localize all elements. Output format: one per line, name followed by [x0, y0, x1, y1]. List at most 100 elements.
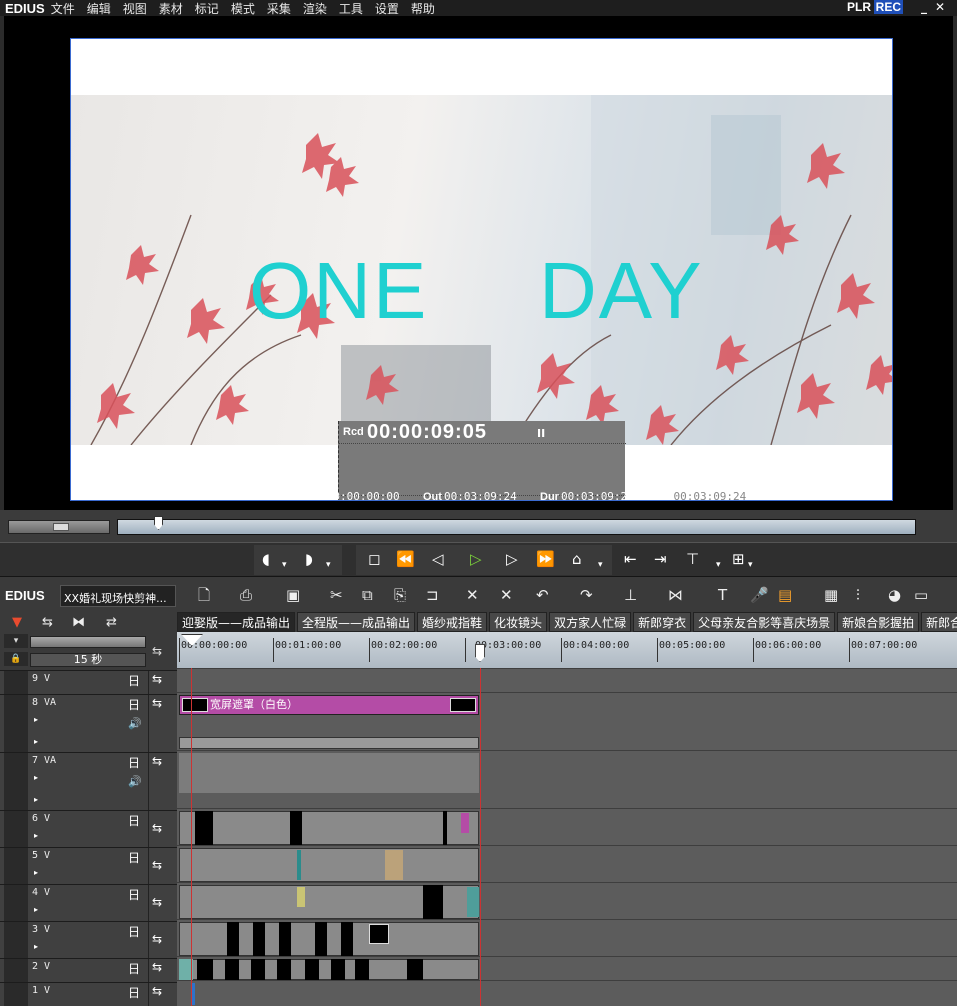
tab-sequence-6[interactable]: 新郎穿衣: [633, 612, 692, 632]
audio-clip[interactable]: [179, 737, 479, 749]
lane-3v[interactable]: [177, 919, 957, 956]
menu-capture[interactable]: 采集: [267, 0, 291, 17]
ripple-icon[interactable]: ⇄: [106, 615, 117, 630]
timeline-cursor[interactable]: [480, 668, 481, 1006]
position-bar[interactable]: [117, 516, 916, 535]
expand-arrow-icon[interactable]: ▸: [34, 868, 38, 877]
chevron-down-icon[interactable]: ▾: [598, 555, 603, 575]
video-mute-icon[interactable]: 日: [128, 849, 140, 866]
menu-mode[interactable]: 模式: [231, 0, 255, 17]
video-clip[interactable]: [279, 922, 291, 956]
clip-widescreen-mask[interactable]: 宽屏遮罩（白色）: [179, 695, 479, 715]
sync-icon[interactable]: ⇆: [152, 984, 162, 998]
track-header-2v[interactable]: 2 V 日 ⇆: [0, 958, 177, 982]
menu-clip[interactable]: 素材: [159, 0, 183, 17]
group-icon[interactable]: ⧓: [72, 615, 85, 630]
expand-arrow-icon[interactable]: ▸: [34, 737, 38, 746]
video-clip[interactable]: [369, 924, 389, 944]
loop-icon[interactable]: ⌂: [572, 549, 582, 569]
chevron-down-icon[interactable]: ▾: [326, 555, 331, 575]
video-mute-icon[interactable]: 日: [128, 696, 140, 713]
expand-arrow-icon[interactable]: ▸: [34, 942, 38, 951]
video-clip[interactable]: [179, 922, 479, 956]
lock-icon[interactable]: 🔒: [4, 652, 28, 666]
time-ruler[interactable]: 00:00:00:00 00:01:00:00 00:02:00:00 00:0…: [177, 632, 957, 668]
zoom-level[interactable]: 15 秒: [30, 653, 146, 667]
video-clip[interactable]: [227, 922, 239, 956]
video-clip[interactable]: [315, 922, 327, 956]
expand-arrow-icon[interactable]: ▸: [34, 795, 38, 804]
stop-icon[interactable]: ◻: [368, 549, 380, 569]
video-clip[interactable]: [385, 850, 403, 880]
video-clip[interactable]: [297, 850, 301, 880]
insert-icon[interactable]: ⊤: [686, 549, 699, 569]
tab-sequence-4[interactable]: 化妆镜头: [489, 612, 548, 632]
video-clip[interactable]: [253, 922, 265, 956]
chevron-down-icon[interactable]: ▾: [748, 555, 753, 575]
save-icon[interactable]: ▣: [286, 586, 300, 604]
jump-in-icon[interactable]: ⇤: [624, 549, 637, 569]
track-header-4v[interactable]: 4 V 日 ▸ ⇆: [0, 884, 177, 921]
tab-sequence-3[interactable]: 婚纱戒指鞋: [417, 612, 488, 632]
menu-view[interactable]: 视图: [123, 0, 147, 17]
tab-sequence-8[interactable]: 新娘合影握拍: [837, 612, 920, 632]
jog-slider[interactable]: [8, 520, 110, 534]
expand-arrow-icon[interactable]: ▸: [34, 715, 38, 724]
video-clip[interactable]: [443, 811, 447, 845]
menu-file[interactable]: 文件: [51, 0, 75, 17]
paste-icon[interactable]: ⎘: [394, 586, 406, 604]
track-header-5v[interactable]: 5 V 日 ▸ ⇆: [0, 847, 177, 884]
sync-icon[interactable]: ⇆: [152, 858, 162, 872]
redo-icon[interactable]: ↷: [580, 586, 593, 604]
tab-sequence-5[interactable]: 双方家人忙碌: [549, 612, 632, 632]
fast-forward-icon[interactable]: ⏩: [536, 549, 555, 569]
video-mute-icon[interactable]: 日: [128, 812, 140, 829]
sync-icon[interactable]: ⇆: [152, 821, 162, 835]
rewind-icon[interactable]: ⏪: [396, 549, 415, 569]
play-icon[interactable]: ▷: [470, 549, 482, 569]
delete-icon[interactable]: ✕: [466, 586, 479, 604]
sync-icon[interactable]: ⇆: [152, 644, 162, 658]
video-clip[interactable]: [305, 959, 319, 980]
lane-5v[interactable]: [177, 845, 957, 882]
menu-marker[interactable]: 标记: [195, 0, 219, 17]
video-mute-icon[interactable]: 日: [128, 886, 140, 903]
preview-screen[interactable]: ONE DAY Rcd 00:00:09:05 II: [70, 38, 893, 501]
minimize-button[interactable]: _: [921, 0, 927, 14]
sync-icon[interactable]: ⇆: [152, 672, 162, 686]
video-clip[interactable]: [251, 959, 265, 980]
step-forward-icon[interactable]: ▷: [506, 549, 518, 569]
speaker-icon[interactable]: 🔊: [128, 717, 142, 730]
mark-out-icon[interactable]: ◗: [305, 549, 313, 569]
lane-9v[interactable]: [177, 668, 957, 692]
chevron-down-icon[interactable]: ▾: [716, 555, 721, 575]
video-mute-icon[interactable]: 日: [128, 672, 140, 689]
sync-icon[interactable]: ⇆: [152, 696, 162, 710]
project-name[interactable]: XX婚礼现场快剪神...: [60, 585, 176, 607]
new-sequence-icon[interactable]: 🗋: [198, 586, 210, 604]
replace-icon[interactable]: ⊐: [426, 586, 439, 604]
video-clip[interactable]: [461, 813, 469, 833]
menu-tools[interactable]: 工具: [339, 0, 363, 17]
add-cut-icon[interactable]: ⊥: [624, 586, 637, 604]
lane-4v[interactable]: [177, 882, 957, 919]
tab-sequence-1[interactable]: 迎娶版——成品输出: [177, 612, 296, 632]
link-icon[interactable]: ⇆: [42, 615, 53, 630]
track-header-1v[interactable]: 1 V 日 ⇆: [0, 982, 177, 1006]
close-button[interactable]: ✕: [935, 0, 945, 14]
tab-sequence-7[interactable]: 父母亲友合影等喜庆场景: [693, 612, 836, 632]
undo-icon[interactable]: ↶: [536, 586, 549, 604]
rec-mode-button[interactable]: REC: [873, 0, 903, 14]
expand-arrow-icon[interactable]: ▸: [34, 831, 38, 840]
video-mute-icon[interactable]: 日: [128, 960, 140, 977]
cut-icon[interactable]: ✂: [330, 586, 343, 604]
track-header-7va[interactable]: 7 VA 日 ▸ 🔊 ▸ ⇆: [0, 752, 177, 810]
video-clip[interactable]: [331, 959, 345, 980]
sync-icon[interactable]: ⇆: [152, 754, 162, 768]
layout-icon[interactable]: ▭: [914, 586, 928, 604]
lane-2v[interactable]: [177, 956, 957, 980]
track-header-8va[interactable]: 8 VA 日 ▸ 🔊 ▸ ⇆: [0, 694, 177, 752]
collapse-icon[interactable]: ▾: [4, 634, 28, 648]
expand-arrow-icon[interactable]: ▸: [34, 905, 38, 914]
step-back-icon[interactable]: ◁: [432, 549, 444, 569]
